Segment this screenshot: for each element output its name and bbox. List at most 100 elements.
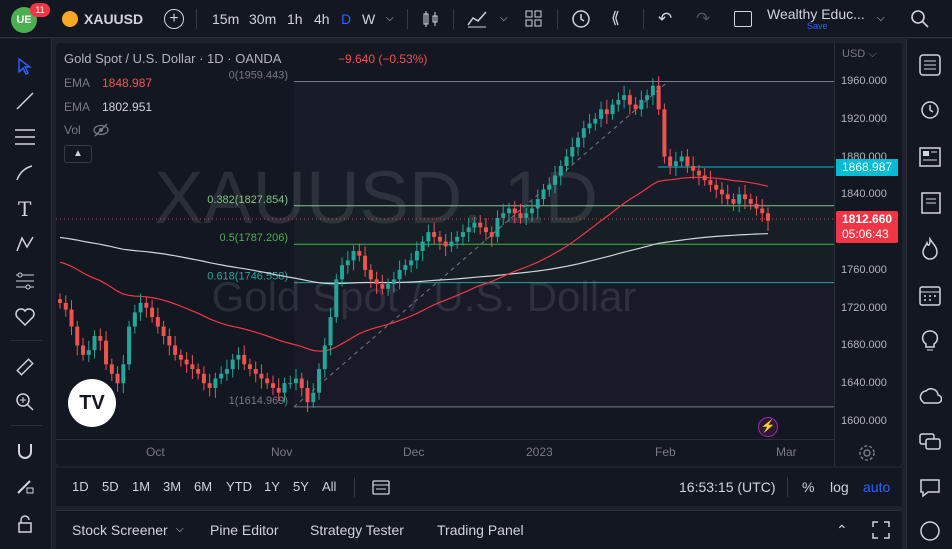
interval-d[interactable]: D bbox=[341, 0, 351, 38]
text-tool-icon[interactable]: T bbox=[18, 197, 31, 221]
interval-1h[interactable]: 1h bbox=[287, 0, 303, 38]
candle-body bbox=[679, 156, 684, 162]
pattern-icon[interactable] bbox=[15, 234, 35, 254]
interval-15m[interactable]: 15m bbox=[212, 0, 239, 38]
tab-trading-panel[interactable]: Trading Panel bbox=[437, 511, 524, 549]
fullscreen-box-icon[interactable] bbox=[734, 11, 752, 27]
auto-toggle[interactable]: auto bbox=[863, 468, 890, 506]
watchlist-icon[interactable] bbox=[918, 53, 942, 77]
time-axis[interactable] bbox=[56, 439, 834, 466]
right-sidebar bbox=[906, 39, 952, 549]
save-label[interactable]: Save bbox=[807, 21, 828, 31]
maximize-icon[interactable] bbox=[872, 521, 890, 539]
magnet-icon[interactable] bbox=[15, 441, 35, 461]
horizontal-lines-icon[interactable] bbox=[14, 127, 36, 147]
collapse-legend-button[interactable]: ▲ bbox=[64, 145, 92, 163]
prediction-icon[interactable] bbox=[14, 271, 36, 291]
layout-name[interactable]: Wealthy Educ... bbox=[767, 6, 865, 22]
tab-stock-screener[interactable]: Stock Screener bbox=[72, 511, 168, 549]
heart-icon[interactable] bbox=[14, 307, 36, 327]
alert-clock-icon[interactable] bbox=[570, 8, 592, 30]
range-all[interactable]: All bbox=[322, 468, 336, 506]
vol-label[interactable]: Vol bbox=[64, 123, 81, 137]
chevron-down-icon[interactable]: ⌵ bbox=[877, 0, 885, 38]
interval-4h[interactable]: 4h bbox=[314, 0, 330, 38]
price-axis[interactable] bbox=[834, 43, 902, 466]
candle-body bbox=[345, 260, 350, 266]
range-6m[interactable]: 6M bbox=[194, 468, 212, 506]
price-chart[interactable]: XAUUSD, 1D Gold Spot / U.S. Dollar 0(195… bbox=[56, 43, 902, 466]
fib-level-label: 0.382(1827.854) bbox=[207, 194, 288, 206]
ideas-bulb-icon[interactable] bbox=[918, 329, 942, 353]
news-icon[interactable] bbox=[918, 145, 942, 169]
chevron-down-icon[interactable]: ⌵ bbox=[176, 511, 184, 549]
candle-body bbox=[426, 232, 431, 242]
chevron-down-icon[interactable]: ⌵ bbox=[386, 0, 394, 38]
chevron-up-icon[interactable]: ⌃ bbox=[836, 511, 848, 549]
candles-icon[interactable] bbox=[421, 10, 441, 28]
range-1d[interactable]: 1D bbox=[72, 468, 89, 506]
candle-body bbox=[748, 199, 753, 204]
zoom-in-icon[interactable] bbox=[15, 392, 35, 412]
ema1-label[interactable]: EMA bbox=[64, 76, 90, 90]
interval-w[interactable]: W bbox=[362, 0, 375, 38]
tradingview-logo[interactable]: TV bbox=[68, 379, 116, 427]
utc-clock[interactable]: 16:53:15 (UTC) bbox=[679, 468, 775, 506]
cursor-icon[interactable] bbox=[16, 57, 34, 75]
candle-body bbox=[449, 241, 454, 247]
range-3m[interactable]: 3M bbox=[163, 468, 181, 506]
add-symbol-icon[interactable]: + bbox=[164, 9, 184, 29]
chart-pane[interactable]: XAUUSD, 1D Gold Spot / U.S. Dollar 0(195… bbox=[56, 43, 902, 466]
interval-30m[interactable]: 30m bbox=[249, 0, 276, 38]
top-toolbar: UE 11 XAUUSD + 15m 30m 1h 4h D W ⌵ ⌵ ⟪ ↶… bbox=[0, 0, 952, 38]
currency-selector[interactable]: USD ⌵ bbox=[842, 48, 877, 61]
undo-icon[interactable]: ↶ bbox=[658, 0, 672, 38]
indicators-icon[interactable] bbox=[466, 9, 488, 29]
eye-hidden-icon[interactable] bbox=[92, 123, 110, 137]
ema2-label[interactable]: EMA bbox=[64, 100, 90, 114]
candle-body bbox=[656, 85, 661, 110]
replay-icon[interactable]: ⟪ bbox=[611, 0, 620, 38]
range-5d[interactable]: 5D bbox=[102, 468, 119, 506]
tab-pine-editor[interactable]: Pine Editor bbox=[210, 511, 278, 549]
messages-icon[interactable] bbox=[918, 476, 942, 500]
redo-icon[interactable]: ↷ bbox=[696, 0, 710, 38]
layout-grid-icon[interactable] bbox=[525, 10, 543, 28]
event-lightning-icon[interactable]: ⚡ bbox=[758, 417, 778, 437]
chevron-down-icon[interactable]: ⌵ bbox=[500, 0, 508, 38]
search-icon[interactable] bbox=[910, 9, 930, 29]
candle-body bbox=[270, 383, 275, 388]
time-label-2023: 2023 bbox=[526, 445, 553, 459]
ruler-icon[interactable] bbox=[15, 357, 35, 377]
range-ytd[interactable]: YTD bbox=[226, 468, 252, 506]
pencil-lock-icon[interactable] bbox=[15, 476, 35, 496]
candle-body bbox=[81, 345, 86, 355]
alarm-clock-icon[interactable] bbox=[918, 97, 942, 121]
candle-body bbox=[587, 123, 592, 129]
candle-body bbox=[524, 213, 529, 218]
currency-label: USD bbox=[842, 48, 866, 60]
settings-gear-icon[interactable] bbox=[858, 444, 876, 462]
help-icon[interactable] bbox=[918, 519, 942, 543]
candle-body bbox=[547, 184, 552, 190]
brush-icon[interactable] bbox=[15, 163, 35, 183]
data-window-icon[interactable] bbox=[918, 191, 942, 215]
log-toggle[interactable]: log bbox=[830, 468, 849, 506]
trend-line-icon[interactable] bbox=[15, 91, 35, 111]
candle-body bbox=[259, 373, 264, 379]
calendar-icon[interactable] bbox=[918, 283, 942, 307]
legend-title[interactable]: Gold Spot / U.S. Dollar · 1D · OANDA bbox=[64, 51, 281, 66]
fib-zone bbox=[294, 81, 834, 206]
streams-icon[interactable] bbox=[918, 385, 942, 409]
percent-toggle[interactable]: % bbox=[802, 468, 814, 506]
range-1y[interactable]: 1Y bbox=[264, 468, 280, 506]
go-to-date-icon[interactable] bbox=[372, 478, 390, 496]
candle-body bbox=[472, 222, 477, 228]
range-1m[interactable]: 1M bbox=[132, 468, 150, 506]
chats-icon[interactable] bbox=[918, 430, 942, 454]
tab-strategy-tester[interactable]: Strategy Tester bbox=[310, 511, 404, 549]
hotlist-fire-icon[interactable] bbox=[918, 237, 942, 261]
symbol-search[interactable]: XAUUSD bbox=[62, 0, 143, 38]
lock-icon[interactable] bbox=[16, 514, 34, 534]
range-5y[interactable]: 5Y bbox=[293, 468, 309, 506]
